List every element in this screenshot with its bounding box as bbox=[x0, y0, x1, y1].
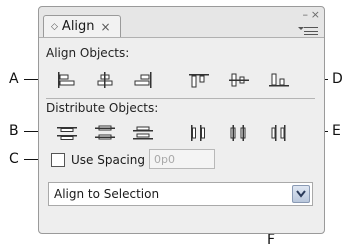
align-objects-label: Align Objects: bbox=[46, 46, 130, 60]
distribute-bottom-edges-icon[interactable] bbox=[131, 124, 155, 142]
minimize-icon[interactable]: – bbox=[303, 8, 309, 21]
align-vertical-centers-icon[interactable] bbox=[227, 71, 251, 89]
panel-tab-bar: ◇ Align × – × bbox=[39, 7, 324, 37]
distribute-objects-label: Distribute Objects: bbox=[46, 101, 159, 115]
panel-menu-icon[interactable] bbox=[298, 27, 318, 35]
align-right-edges-icon[interactable] bbox=[131, 71, 155, 89]
panel-body: Align Objects: Distribute Objects: Use S… bbox=[39, 37, 324, 233]
tab-align[interactable]: ◇ Align × bbox=[43, 15, 121, 37]
tab-label: Align bbox=[61, 19, 95, 34]
distribute-horizontal-centers-icon[interactable] bbox=[227, 124, 251, 142]
spacing-value-input[interactable] bbox=[149, 149, 215, 169]
align-panel: ◇ Align × – × Align Objects: Distribute … bbox=[38, 6, 325, 234]
section-divider bbox=[46, 98, 315, 99]
align-horizontal-centers-icon[interactable] bbox=[93, 71, 117, 89]
align-to-selected-value: Align to Selection bbox=[54, 187, 160, 201]
callout-c: C bbox=[9, 151, 19, 167]
panel-collapse-icon[interactable]: ◇ bbox=[51, 22, 58, 32]
close-icon[interactable]: × bbox=[311, 8, 320, 21]
distribute-vertical-centers-icon[interactable] bbox=[93, 124, 117, 142]
distribute-left-edges-icon[interactable] bbox=[187, 124, 211, 142]
callout-d: D bbox=[332, 71, 343, 87]
callout-f: F bbox=[267, 232, 276, 248]
tab-close-icon[interactable]: × bbox=[101, 20, 111, 34]
align-to-dropdown[interactable]: Align to Selection bbox=[48, 182, 313, 206]
callout-e: E bbox=[332, 123, 341, 139]
distribute-top-edges-icon[interactable] bbox=[55, 124, 79, 142]
chevron-down-icon[interactable] bbox=[292, 185, 310, 203]
use-spacing-checkbox[interactable] bbox=[51, 153, 65, 167]
use-spacing-label: Use Spacing bbox=[71, 153, 145, 167]
callout-a: A bbox=[9, 71, 19, 87]
distribute-right-edges-icon[interactable] bbox=[267, 124, 291, 142]
callout-b: B bbox=[9, 123, 19, 139]
align-left-edges-icon[interactable] bbox=[55, 71, 79, 89]
align-bottom-edges-icon[interactable] bbox=[267, 71, 291, 89]
align-top-edges-icon[interactable] bbox=[187, 71, 211, 89]
